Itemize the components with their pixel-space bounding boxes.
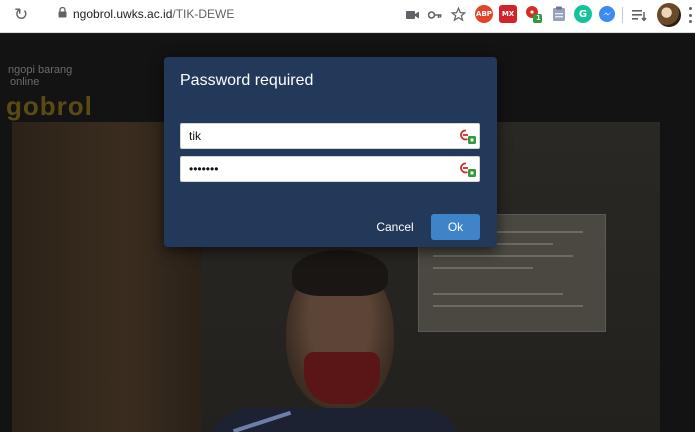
mx-extension-icon[interactable]: MX (499, 5, 517, 23)
ok-button[interactable]: Ok (431, 214, 480, 240)
camera-icon[interactable] (406, 10, 419, 20)
participant-mask (304, 352, 380, 404)
username-field[interactable] (180, 123, 480, 149)
cancel-button[interactable]: Cancel (368, 215, 422, 239)
address-bar[interactable]: ngobrol.uwks.ac.id/TIK-DEWE (73, 6, 234, 22)
browser-window: ↻ ngobrol.uwks.ac.id/TIK-DEWE ABP MX • 1… (0, 0, 695, 432)
reload-icon[interactable]: ↻ (14, 5, 28, 25)
logo-subline: online (10, 76, 40, 88)
password-manager-icon[interactable] (460, 128, 477, 145)
logo-wordmark: gobrol (6, 91, 93, 121)
messenger-icon[interactable] (598, 5, 616, 23)
toolbar-separator (622, 7, 623, 23)
lastpass-badge: 1 (536, 14, 541, 22)
lock-icon[interactable] (58, 7, 67, 18)
lastpass-icon[interactable]: • 1 (525, 5, 543, 23)
username-input[interactable] (181, 124, 457, 148)
password-input[interactable] (181, 157, 457, 181)
browser-menu-icon[interactable] (688, 7, 692, 23)
dialog-title: Password required (180, 72, 314, 89)
adblock-icon[interactable]: ABP (475, 5, 493, 23)
profile-avatar[interactable] (657, 3, 681, 27)
password-dialog: Password required Cancel Ok (164, 57, 497, 247)
url-path: /TIK-DEWE (172, 7, 235, 21)
participant-hair (292, 250, 388, 296)
key-icon[interactable] (428, 10, 442, 20)
grammarly-icon[interactable]: G (574, 5, 592, 23)
password-manager-icon[interactable] (460, 161, 477, 178)
site-logo: ngopi barang online gobrol (0, 60, 140, 122)
logo-tagline: ngopi barang (8, 64, 73, 76)
reading-list-icon[interactable] (632, 9, 647, 21)
star-icon[interactable] (451, 7, 466, 22)
url-host: ngobrol.uwks.ac.id (73, 7, 173, 21)
clipboard-icon[interactable] (550, 5, 568, 23)
password-field[interactable] (180, 156, 480, 182)
browser-toolbar: ↻ ngobrol.uwks.ac.id/TIK-DEWE ABP MX • 1… (0, 0, 695, 33)
